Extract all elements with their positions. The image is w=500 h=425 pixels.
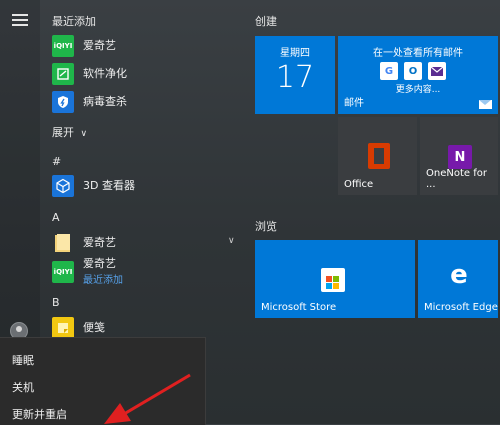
office-icon	[368, 143, 390, 169]
group-title-create: 创建	[255, 15, 277, 28]
3d-viewer-icon	[52, 175, 74, 197]
iqiyi-icon: iQIYI	[52, 35, 74, 57]
section-letter-b[interactable]: B	[52, 296, 60, 309]
onenote-tile[interactable]: N OneNote for ...	[420, 117, 498, 195]
app-item-software-clean[interactable]: 软件净化	[52, 60, 242, 88]
group-title-browse: 浏览	[255, 220, 277, 233]
mail-tile-title: 在一处查看所有邮件	[373, 48, 463, 59]
app-item-3d-viewer[interactable]: 3D 查看器	[52, 172, 242, 200]
power-update-restart-item[interactable]: 更新并重启	[12, 406, 67, 422]
app-item-virus-scan[interactable]: 病毒查杀	[52, 88, 242, 116]
outlook-icon: O	[404, 62, 422, 80]
expand-toggle[interactable]: 展开 ∨	[52, 124, 87, 140]
power-menu: 睡眠 关机 更新并重启	[0, 337, 206, 425]
calendar-day-number: 17	[275, 60, 315, 95]
power-sleep-item[interactable]: 睡眠	[12, 352, 34, 368]
app-item-iqiyi-folder[interactable]: 爱奇艺	[52, 229, 242, 257]
recently-added-title: 最近添加	[52, 15, 96, 28]
calendar-tile[interactable]: 星期四 17	[255, 36, 335, 114]
folder-icon	[52, 232, 74, 254]
power-shutdown-item[interactable]: 关机	[12, 379, 34, 395]
app-item-iqiyi[interactable]: iQIYI 爱奇艺	[52, 32, 242, 60]
calendar-weekday: 星期四	[280, 48, 310, 59]
software-clean-icon	[52, 63, 74, 85]
section-letter-a[interactable]: A	[52, 211, 60, 224]
edge-icon: e	[450, 260, 468, 290]
onenote-icon: N	[448, 145, 472, 169]
microsoft-store-tile[interactable]: Microsoft Store	[255, 240, 415, 318]
chevron-down-icon[interactable]: ∨	[228, 236, 235, 246]
mail-tile-label: 邮件	[344, 98, 364, 109]
microsoft-edge-tile[interactable]: e Microsoft Edge	[418, 240, 498, 318]
recently-added-sublabel: 最近添加	[83, 274, 123, 286]
sticky-notes-icon	[52, 317, 74, 339]
section-letter-hash[interactable]: #	[52, 155, 61, 168]
iqiyi-icon: iQIYI	[52, 261, 74, 283]
office-tile[interactable]: Office	[338, 117, 417, 195]
chevron-down-icon: ∨	[80, 129, 88, 139]
mail-tile[interactable]: 在一处查看所有邮件 G O 更多内容... 邮件	[338, 36, 498, 114]
hamburger-menu-icon[interactable]	[12, 14, 28, 26]
app-item-iqiyi-recent[interactable]: iQIYI 爱奇艺 最近添加	[52, 258, 242, 286]
envelope-icon	[479, 100, 492, 109]
google-icon: G	[380, 62, 398, 80]
store-bag-icon	[321, 268, 345, 292]
yahoo-mail-icon	[428, 62, 446, 80]
virus-scan-icon	[52, 91, 74, 113]
